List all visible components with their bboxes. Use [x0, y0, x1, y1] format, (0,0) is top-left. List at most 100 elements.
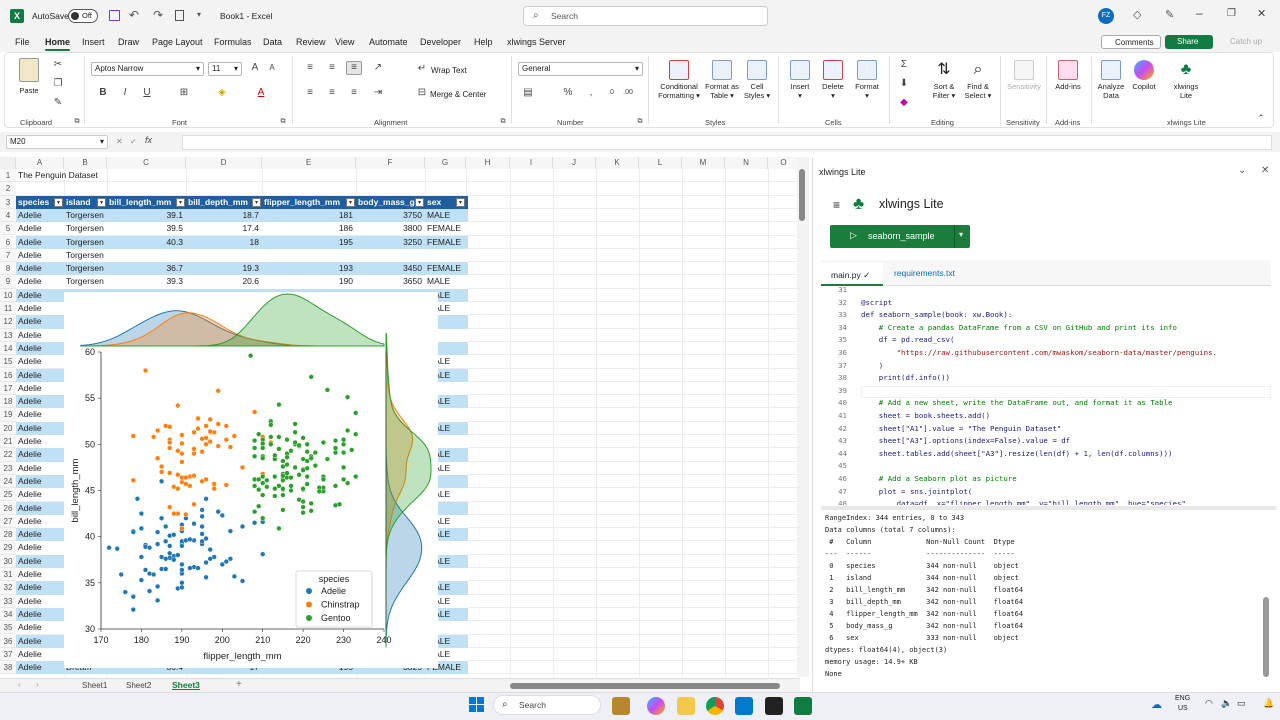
- column-header-b[interactable]: B: [64, 157, 107, 169]
- table-cell[interactable]: Adelie: [18, 528, 62, 541]
- copilot-app-icon[interactable]: [647, 697, 665, 715]
- autosave-toggle[interactable]: Off: [68, 9, 98, 23]
- column-header-o[interactable]: O: [768, 157, 797, 169]
- output-scroll-thumb[interactable]: [1263, 597, 1269, 677]
- table-cell[interactable]: 36.7: [109, 262, 185, 275]
- table-cell[interactable]: 181: [264, 209, 355, 222]
- table-cell[interactable]: 18: [188, 236, 261, 249]
- tab-insert[interactable]: Insert: [82, 37, 105, 47]
- table-cell[interactable]: 195: [264, 236, 355, 249]
- table-cell[interactable]: FEMALE: [427, 236, 465, 249]
- name-box[interactable]: M20 ▾: [6, 135, 108, 149]
- code-line[interactable]: # Create a pandas DataFrame from a CSV o…: [861, 323, 1177, 332]
- briefcase-app-icon[interactable]: [612, 697, 630, 715]
- row-header[interactable]: 37: [0, 647, 16, 662]
- filter-dropdown-icon[interactable]: ▾: [176, 197, 185, 207]
- vscode-icon[interactable]: [735, 697, 753, 715]
- cut-icon[interactable]: ✂: [52, 59, 64, 71]
- prev-sheet-icon[interactable]: ‹: [18, 680, 21, 689]
- comma-icon[interactable]: ,: [585, 87, 597, 99]
- table-cell[interactable]: Adelie: [18, 661, 63, 674]
- table-cell[interactable]: Adelie: [18, 262, 63, 275]
- number-format-select[interactable]: General ▾: [518, 62, 643, 76]
- code-line[interactable]: def seaborn_sample(book: xw.Book):: [861, 310, 1012, 319]
- code-line[interactable]: sheet["A3"].options(index=False).value =…: [861, 436, 1070, 445]
- code-line[interactable]: print(df.info()): [861, 373, 950, 382]
- xlwings-lite-button[interactable]: ♣ xlwings Lite: [1170, 60, 1202, 100]
- code-line[interactable]: ): [861, 361, 883, 370]
- code-line[interactable]: data=df, x="flipper_length_mm", y="bill_…: [861, 499, 1186, 505]
- format-as-table-button[interactable]: Format as Table ▾: [703, 60, 741, 100]
- percent-icon[interactable]: %: [562, 87, 574, 99]
- code-line[interactable]: sheet.tables.add(sheet["A3"].resize(len(…: [861, 449, 1173, 458]
- merge-icon[interactable]: ⊟: [416, 87, 428, 99]
- pane-collapse-icon[interactable]: ⌄: [1238, 165, 1246, 176]
- column-header-i[interactable]: I: [510, 157, 553, 169]
- wrap-text-label[interactable]: Wrap Text: [431, 66, 467, 75]
- undo-icon[interactable]: ↶: [129, 8, 139, 22]
- row-header[interactable]: 18: [0, 395, 16, 409]
- filter-dropdown-icon[interactable]: ▾: [456, 197, 465, 207]
- table-cell[interactable]: FEMALE: [427, 222, 465, 235]
- paste-button[interactable]: Paste: [14, 58, 44, 95]
- column-header-e[interactable]: E: [262, 157, 356, 169]
- table-cell[interactable]: Torgersen: [66, 275, 106, 288]
- table-cell[interactable]: 39.3: [109, 275, 185, 288]
- horizontal-scroll-thumb[interactable]: [510, 683, 780, 689]
- tab-draw[interactable]: Draw: [118, 37, 139, 47]
- table-cell[interactable]: Adelie: [18, 355, 62, 368]
- row-header[interactable]: 13: [0, 328, 16, 342]
- column-header-l[interactable]: L: [639, 157, 682, 169]
- row-header[interactable]: 14: [0, 341, 16, 356]
- tab-xlwings-server[interactable]: xlwings Server: [507, 37, 566, 47]
- align-middle-icon[interactable]: ≡: [326, 62, 338, 74]
- tab-file[interactable]: File: [15, 37, 30, 47]
- tab-help[interactable]: Help: [474, 37, 493, 47]
- indent-icon[interactable]: ⇥: [372, 87, 384, 99]
- wifi-icon[interactable]: ◠: [1205, 698, 1213, 709]
- sensitivity-button[interactable]: Sensitivity: [1005, 60, 1043, 91]
- select-all-corner[interactable]: [0, 157, 16, 169]
- table-cell[interactable]: Adelie: [18, 541, 62, 554]
- table-cell[interactable]: Adelie: [18, 502, 62, 515]
- row-header[interactable]: 24: [0, 474, 16, 489]
- column-header-m[interactable]: M: [682, 157, 725, 169]
- font-color-icon[interactable]: A: [255, 87, 267, 99]
- table-cell[interactable]: Adelie: [18, 488, 62, 501]
- delete-cells-button[interactable]: Delete ▾: [818, 60, 848, 100]
- row-header[interactable]: 4: [0, 208, 16, 223]
- find-select-button[interactable]: ⌕ Find & Select ▾: [962, 60, 994, 100]
- analyze-data-button[interactable]: Analyze Data: [1095, 60, 1127, 100]
- tab-review[interactable]: Review: [296, 37, 326, 47]
- column-header-c[interactable]: C: [107, 157, 186, 169]
- pen-icon[interactable]: ✎: [1165, 8, 1174, 21]
- restore-icon[interactable]: ❐: [1227, 8, 1236, 19]
- row-header[interactable]: 2: [0, 182, 16, 196]
- row-header[interactable]: 30: [0, 554, 16, 568]
- row-header[interactable]: 31: [0, 568, 16, 582]
- table-cell[interactable]: 3450: [358, 262, 424, 275]
- table-cell[interactable]: Adelie: [18, 475, 62, 488]
- table-header-cell[interactable]: flipper_length_mm: [264, 196, 356, 209]
- onedrive-icon[interactable]: ☁: [1151, 698, 1162, 711]
- column-header-h[interactable]: H: [466, 157, 510, 169]
- table-cell[interactable]: 3750: [358, 209, 424, 222]
- row-header[interactable]: 29: [0, 541, 16, 555]
- increase-font-icon[interactable]: A: [249, 62, 261, 74]
- tab-page-layout[interactable]: Page Layout: [152, 37, 203, 47]
- column-header-f[interactable]: F: [356, 157, 425, 169]
- customize-qat-icon[interactable]: ▾: [197, 10, 201, 19]
- table-cell[interactable]: 190: [264, 275, 355, 288]
- row-header[interactable]: 36: [0, 634, 16, 648]
- column-header-d[interactable]: D: [186, 157, 262, 169]
- table-cell[interactable]: Adelie: [18, 222, 63, 235]
- close-icon[interactable]: ✕: [1257, 7, 1266, 20]
- alignment-dialog-launcher-icon[interactable]: ⧉: [497, 116, 509, 128]
- new-file-icon[interactable]: [175, 10, 184, 21]
- formula-input[interactable]: [182, 135, 1272, 150]
- row-header[interactable]: 35: [0, 621, 16, 635]
- table-cell[interactable]: Adelie: [18, 209, 63, 222]
- table-cell[interactable]: Adelie: [18, 621, 62, 634]
- table-cell[interactable]: Torgersen: [66, 222, 106, 235]
- table-cell[interactable]: Adelie: [18, 249, 63, 262]
